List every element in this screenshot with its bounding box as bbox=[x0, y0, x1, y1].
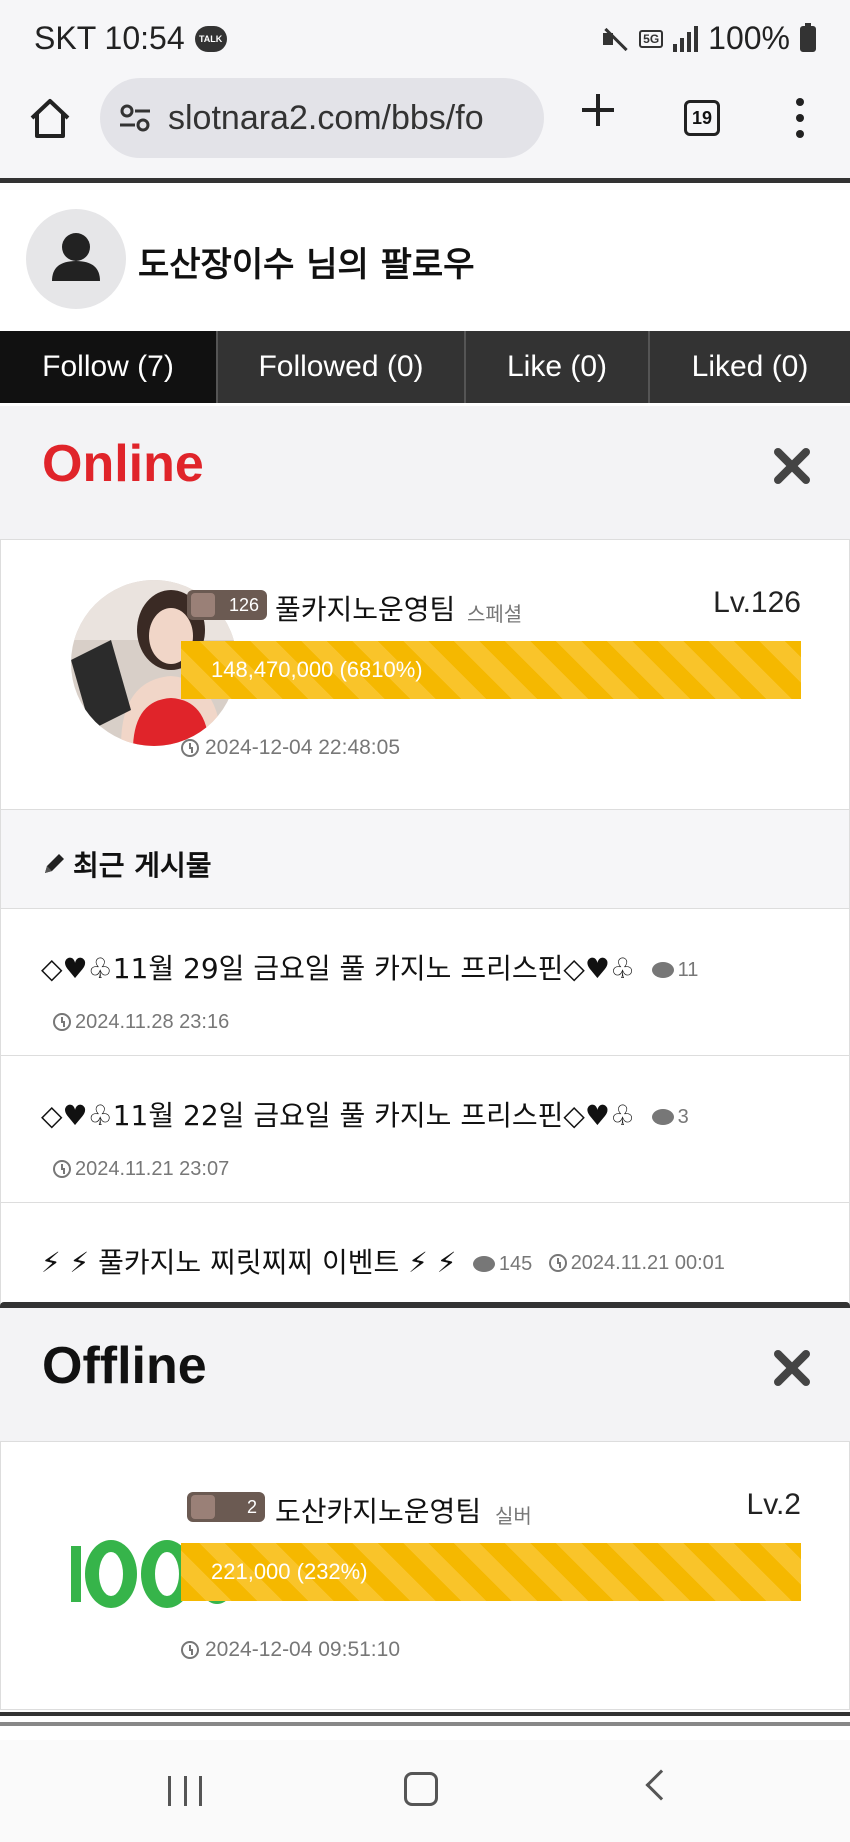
post-item[interactable]: ◇♥♧11월 22일 금요일 풀 카지노 프리스핀◇♥♧ 3 2024.11.2… bbox=[0, 1056, 850, 1203]
clock-icon bbox=[548, 1254, 567, 1272]
level-badge: 2 bbox=[187, 1492, 265, 1522]
post-date-text: 2024.11.28 23:16 bbox=[75, 1011, 230, 1033]
comment-icon bbox=[651, 962, 674, 978]
status-bar: SKT 10:54 TALK 5G 100% bbox=[0, 0, 850, 78]
status-left: SKT 10:54 TALK bbox=[34, 20, 227, 57]
more-menu-icon[interactable] bbox=[790, 98, 810, 138]
post-date-text: 2024.11.21 23:07 bbox=[75, 1158, 230, 1180]
mute-icon bbox=[601, 25, 629, 53]
comment-count: 145 bbox=[498, 1253, 533, 1275]
user-name[interactable]: 도산카지노운영팀 bbox=[275, 1490, 481, 1530]
recent-posts-title: 최근 게시물 bbox=[41, 844, 212, 884]
experience-bar: 221,000 (232%) bbox=[181, 1543, 801, 1601]
follow-tabs: Follow (7) Followed (0) Like (0) Liked (… bbox=[0, 331, 850, 403]
post-date-text: 2024.11.21 00:01 bbox=[570, 1252, 725, 1274]
comment-icon bbox=[651, 1109, 674, 1125]
post-comments: 3 bbox=[651, 1093, 689, 1141]
experience-bar-fill: 221,000 (232%) bbox=[181, 1543, 801, 1601]
bottom-separator bbox=[0, 1712, 850, 1726]
close-icon[interactable] bbox=[772, 1348, 812, 1388]
address-bar[interactable]: slotnara2.com/bbs/fo bbox=[100, 78, 544, 158]
clock-icon bbox=[53, 1013, 71, 1031]
tab-follow[interactable]: Follow (7) bbox=[0, 331, 218, 403]
system-nav-bar bbox=[0, 1740, 850, 1842]
profile-header: 도산장이수 님의 팔로우 bbox=[0, 183, 850, 331]
experience-bar-fill: 148,470,000 (6810%) bbox=[181, 641, 801, 699]
url-text: slotnara2.com/bbs/fo bbox=[168, 98, 484, 137]
tab-followed[interactable]: Followed (0) bbox=[218, 331, 466, 403]
recent-posts-header: 최근 게시물 bbox=[0, 809, 850, 909]
recent-posts-label: 최근 게시물 bbox=[73, 849, 212, 882]
person-icon bbox=[52, 233, 100, 281]
battery-icon bbox=[800, 22, 816, 52]
tab-like[interactable]: Like (0) bbox=[466, 331, 650, 403]
clock-icon bbox=[181, 739, 199, 757]
browser-toolbar: slotnara2.com/bbs/fo 19 bbox=[0, 78, 850, 178]
offline-section-header: Offline bbox=[0, 1308, 850, 1442]
post-date: 2024.11.21 00:01 bbox=[548, 1239, 725, 1287]
new-tab-icon[interactable] bbox=[576, 88, 620, 132]
user-grade: 실버 bbox=[495, 1504, 532, 1528]
offline-title: Offline bbox=[42, 1337, 207, 1395]
level-badge: 126 bbox=[187, 590, 267, 620]
post-date: 2024.11.21 23:07 bbox=[53, 1145, 229, 1193]
last-active-time: 2024-12-04 09:51:10 bbox=[205, 1638, 400, 1661]
clock-icon bbox=[181, 1641, 199, 1659]
last-active: 2024-12-04 22:48:05 bbox=[181, 736, 400, 760]
network-badge: 5G bbox=[639, 29, 664, 48]
last-active: 2024-12-04 09:51:10 bbox=[181, 1638, 400, 1662]
close-icon[interactable] bbox=[772, 446, 812, 486]
experience-bar: 148,470,000 (6810%) bbox=[181, 641, 801, 699]
post-title[interactable]: ⚡ ⚡ 풀카지노 찌릿찌찌 이벤트 ⚡ ⚡ bbox=[41, 1246, 456, 1279]
comment-count: 3 bbox=[677, 1106, 689, 1128]
signal-icon bbox=[673, 25, 699, 52]
online-section-header: Online bbox=[0, 406, 850, 540]
comment-icon bbox=[472, 1256, 495, 1272]
user-grade: 스페셜 bbox=[467, 602, 523, 626]
clock-icon bbox=[53, 1160, 71, 1178]
last-active-time: 2024-12-04 22:48:05 bbox=[205, 736, 400, 759]
post-comments: 11 bbox=[651, 946, 699, 994]
page-title: 도산장이수 님의 팔로우 bbox=[138, 245, 475, 285]
offline-user-card: 2 도산카지노운영팀 실버 Lv.2 221,000 (232%) 2024-1… bbox=[0, 1442, 850, 1710]
tab-liked[interactable]: Liked (0) bbox=[650, 331, 850, 403]
user-level: Lv.2 bbox=[746, 1488, 801, 1521]
pencil-icon bbox=[45, 854, 64, 873]
post-comments: 145 bbox=[472, 1240, 533, 1288]
home-icon[interactable] bbox=[28, 96, 72, 140]
tab-switcher-button[interactable]: 19 bbox=[684, 100, 720, 136]
user-name[interactable]: 풀카지노운영팀 bbox=[275, 588, 455, 628]
online-title: Online bbox=[42, 435, 204, 493]
post-date: 2024.11.28 23:16 bbox=[53, 998, 229, 1046]
back-icon[interactable] bbox=[645, 1769, 677, 1801]
post-item[interactable]: ◇♥♧11월 29일 금요일 풀 카지노 프리스핀◇♥♧ 11 2024.11.… bbox=[0, 909, 850, 1056]
battery-percent: 100% bbox=[708, 20, 790, 56]
recent-apps-icon[interactable] bbox=[168, 1776, 202, 1806]
site-settings-icon[interactable] bbox=[118, 101, 152, 135]
comment-count: 11 bbox=[677, 959, 699, 981]
post-item[interactable]: ⚡ ⚡ 풀카지노 찌릿찌찌 이벤트 ⚡ ⚡ 145 2024.11.21 00:… bbox=[0, 1203, 850, 1305]
home-nav-icon[interactable] bbox=[404, 1772, 438, 1806]
post-title[interactable]: ◇♥♧11월 29일 금요일 풀 카지노 프리스핀◇♥♧ bbox=[41, 952, 635, 985]
status-right: 5G 100% bbox=[601, 20, 816, 57]
carrier-time: SKT 10:54 bbox=[34, 20, 185, 56]
post-title[interactable]: ◇♥♧11월 22일 금요일 풀 카지노 프리스핀◇♥♧ bbox=[41, 1099, 635, 1132]
online-user-card: 126 풀카지노운영팀 스페셜 Lv.126 148,470,000 (6810… bbox=[0, 540, 850, 810]
avatar bbox=[26, 209, 126, 309]
talk-notification-icon: TALK bbox=[194, 25, 227, 52]
user-level: Lv.126 bbox=[713, 586, 801, 619]
